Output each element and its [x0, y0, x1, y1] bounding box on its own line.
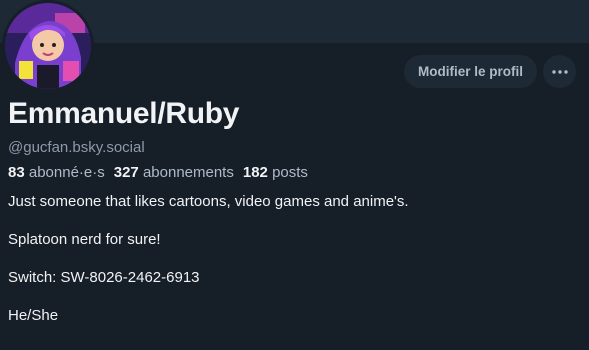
display-name: Emmanuel/Ruby: [8, 97, 240, 130]
profile-handle[interactable]: @gucfan.bsky.social: [8, 139, 145, 156]
following-label: abonnements: [142, 164, 234, 181]
following-count: 327: [113, 164, 139, 181]
following-stat[interactable]: 327 abonnements: [114, 164, 234, 181]
profile-bio: Just someone that likes cartoons, video …: [8, 193, 578, 345]
more-dots-icon: [551, 69, 568, 74]
bio-line: Splatoon nerd for sure!: [8, 231, 161, 248]
profile-page: Modifier le profil Emmanuel/Ruby @gucfan…: [0, 0, 589, 350]
profile-stats: 83 abonné·e·s 327 abonnements 182 posts: [8, 164, 308, 181]
profile-actions: Modifier le profil: [403, 55, 576, 88]
bio-line: Switch: SW-8026-2462-6913: [8, 269, 200, 286]
more-options-button[interactable]: [543, 55, 576, 88]
edit-profile-button[interactable]: Modifier le profil: [403, 55, 537, 88]
bio-line: He/She: [8, 307, 59, 324]
posts-count: 182: [242, 164, 268, 181]
avatar[interactable]: [2, 0, 94, 92]
followers-stat[interactable]: 83 abonné·e·s: [8, 164, 105, 181]
posts-stat: 182 posts: [243, 164, 308, 181]
bio-line: Just someone that likes cartoons, video …: [8, 193, 409, 210]
followers-count: 83: [8, 164, 25, 181]
avatar-image: [5, 3, 91, 89]
posts-label: posts: [272, 164, 308, 181]
followers-label: abonné·e·s: [28, 164, 105, 181]
